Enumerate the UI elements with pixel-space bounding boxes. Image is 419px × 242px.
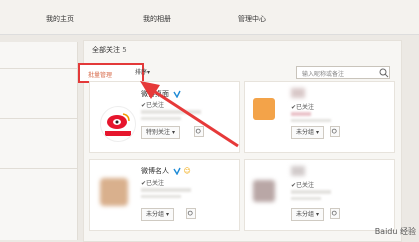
follow-status: ✔已关注 xyxy=(141,180,165,187)
chevron-down-icon: ▾ xyxy=(171,129,175,136)
chevron-down-icon: ▾ xyxy=(147,69,151,76)
settings-button[interactable] xyxy=(194,126,204,137)
search-box[interactable]: 输入昵称或备注 xyxy=(296,66,390,79)
group-dropdown[interactable]: 未分组 ▾ xyxy=(141,208,174,221)
gear-icon xyxy=(331,128,337,134)
gear-icon xyxy=(187,210,193,216)
group-dropdown[interactable]: 未分组 ▾ xyxy=(291,126,324,139)
nav-management-center[interactable]: 管理中心 xyxy=(238,14,266,24)
follow-status: ✔已关注 xyxy=(291,182,315,189)
settings-button[interactable] xyxy=(186,208,196,219)
user-name[interactable]: 微博桌面 xyxy=(141,89,181,99)
following-count: 5 xyxy=(122,46,127,54)
baidu-watermark: Baidu 经验 xyxy=(374,227,416,236)
emoji-icon: ☺ xyxy=(183,167,191,175)
verified-icon xyxy=(173,167,181,175)
group-dropdown[interactable]: 特别关注 ▾ xyxy=(141,126,180,139)
settings-button[interactable] xyxy=(330,126,340,137)
follow-status: ✔已关注 xyxy=(291,104,315,111)
group-dropdown[interactable]: 未分组 ▾ xyxy=(291,208,324,221)
chevron-down-icon: ▾ xyxy=(315,211,319,218)
weibo-logo-icon xyxy=(105,113,131,136)
page-title: 全部关注 5 xyxy=(92,46,127,54)
follow-card: 微博桌面 ✔已关注 特别关注 ▾ xyxy=(89,81,240,153)
avatar[interactable] xyxy=(253,98,275,120)
chevron-down-icon: ▾ xyxy=(165,211,169,218)
avatar[interactable] xyxy=(253,180,275,202)
batch-manage-tab[interactable]: 批量管理 xyxy=(88,70,112,79)
left-sidebar xyxy=(0,42,78,240)
sort-dropdown[interactable]: 排序▾ xyxy=(135,67,150,76)
search-icon[interactable] xyxy=(379,68,389,78)
nav-my-homepage[interactable]: 我的主页 xyxy=(46,14,74,24)
verified-icon xyxy=(173,90,181,98)
follow-card: 微博名人 ☺ ✔已关注 未分组 ▾ xyxy=(89,159,240,231)
chevron-down-icon: ▾ xyxy=(315,129,319,136)
follow-card: ✔已关注 未分组 ▾ xyxy=(244,159,395,231)
follow-status: ✔已关注 xyxy=(141,102,165,109)
avatar[interactable] xyxy=(100,106,136,142)
search-input[interactable]: 输入昵称或备注 xyxy=(302,69,344,78)
user-name[interactable]: 微博名人 ☺ xyxy=(141,166,191,176)
nav-my-album[interactable]: 我的相册 xyxy=(143,14,171,24)
following-panel: 全部关注 5 批量管理 排序▾ 输入昵称或备注 微博桌面 ✔已关注 特别关注 ▾… xyxy=(78,40,402,242)
top-navigation: 我的主页 我的相册 管理中心 xyxy=(0,0,419,35)
follow-card: ✔已关注 未分组 ▾ xyxy=(244,81,395,153)
avatar[interactable] xyxy=(100,178,128,206)
settings-button[interactable] xyxy=(330,208,340,219)
gear-icon xyxy=(331,210,337,216)
gear-icon xyxy=(195,128,201,134)
